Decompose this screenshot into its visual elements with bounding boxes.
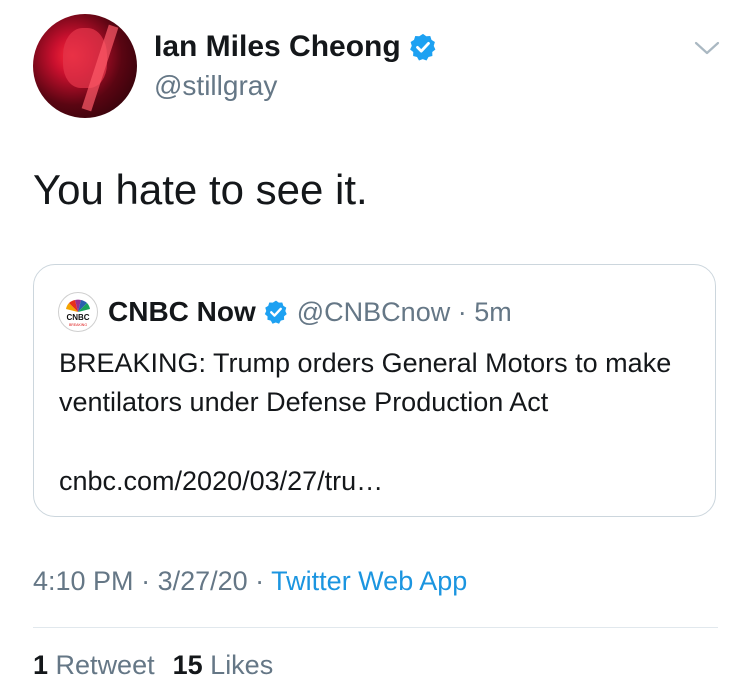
- author-name-row[interactable]: Ian Miles Cheong: [154, 30, 438, 64]
- retweets-stat[interactable]: 1 Retweet: [33, 650, 155, 680]
- likes-count: 15: [172, 650, 203, 680]
- likes-stat[interactable]: 15 Likes: [173, 650, 274, 680]
- chevron-down-icon[interactable]: [691, 32, 723, 64]
- verified-badge-icon: [409, 33, 436, 61]
- cnbc-peacock-icon: CNBC BREAKING: [66, 299, 90, 327]
- tweet-date[interactable]: 3/27/20: [158, 566, 248, 596]
- divider: [33, 627, 718, 628]
- tweet-stats: 1 Retweet 15 Likes: [33, 650, 273, 681]
- cnbc-logo-text: CNBC: [66, 313, 89, 322]
- avatar[interactable]: [33, 14, 137, 118]
- author-handle[interactable]: @stillgray: [154, 70, 277, 102]
- tweet-time[interactable]: 4:10 PM: [33, 566, 134, 596]
- quoted-tweet-link[interactable]: cnbc.com/2020/03/27/tru…: [59, 462, 383, 501]
- tweet-source-link[interactable]: Twitter Web App: [271, 566, 467, 596]
- tweet-text: You hate to see it.: [33, 166, 368, 213]
- retweets-label: Retweet: [55, 650, 155, 680]
- meta-separator: ·: [247, 566, 272, 596]
- quoted-header: CNBC Now @CNBCnow · 5m: [108, 292, 512, 332]
- quoted-author-name: CNBC Now: [108, 296, 256, 327]
- cnbc-logo: CNBC BREAKING: [58, 292, 98, 332]
- quoted-tweet-text: BREAKING: Trump orders General Motors to…: [59, 348, 672, 417]
- tweet-meta: 4:10 PM · 3/27/20 · Twitter Web App: [33, 566, 467, 597]
- likes-label: Likes: [210, 650, 274, 680]
- cnbc-logo-subtext: BREAKING: [69, 323, 87, 327]
- author-name[interactable]: Ian Miles Cheong: [154, 30, 401, 64]
- quoted-timestamp: 5m: [474, 296, 512, 327]
- quoted-separator: ·: [450, 296, 475, 327]
- quoted-author-handle: @CNBCnow: [296, 296, 451, 327]
- verified-badge-icon: [264, 300, 287, 324]
- meta-separator: ·: [133, 566, 158, 596]
- retweets-count: 1: [33, 650, 49, 680]
